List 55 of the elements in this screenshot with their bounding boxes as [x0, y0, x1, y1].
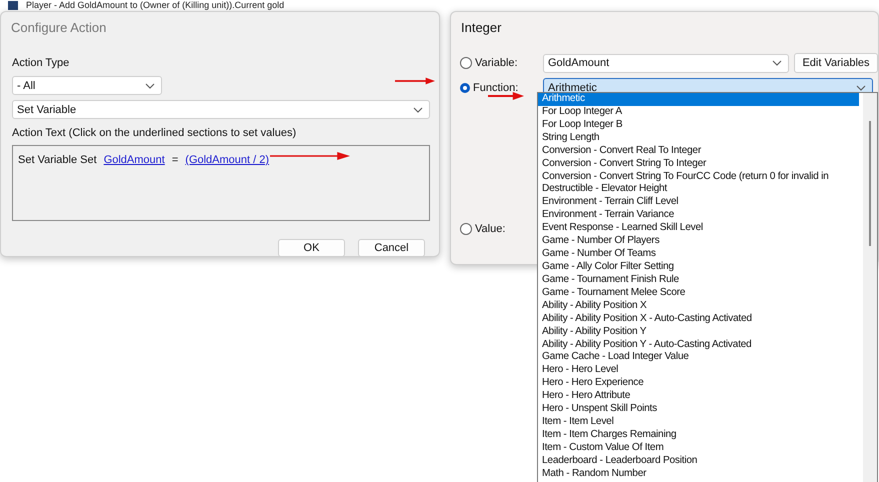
action-text: = — [172, 153, 178, 167]
function-list-item[interactable]: Environment - Terrain Cliff Level — [538, 196, 678, 210]
function-list-item[interactable]: Environment - Terrain Variance — [538, 209, 674, 222]
function-list-item[interactable]: Hero - Hero Experience — [538, 377, 644, 390]
action-dropdown[interactable]: Set Variable — [12, 100, 430, 119]
variable-radio[interactable]: Variable: — [460, 57, 518, 69]
function-list-item[interactable]: Destructible - Elevator Height — [538, 183, 667, 196]
function-list-item[interactable]: Game Cache - Load Integer Value — [538, 351, 689, 364]
dialog-button[interactable]: OK — [278, 239, 345, 257]
dialog-button[interactable]: Cancel — [358, 239, 425, 257]
variable-dropdown[interactable]: GoldAmount — [543, 54, 789, 72]
function-list-item[interactable]: Ability - Ability Position Y — [538, 326, 646, 339]
dialog-title: Configure Action — [10, 19, 108, 37]
function-list-item[interactable]: Item - Custom Value Of Item — [538, 442, 664, 455]
function-list-item[interactable]: Game - Ally Color Filter Setting — [538, 260, 674, 274]
chevron-down-icon — [413, 106, 423, 112]
function-list-item[interactable]: Conversion - Convert String To Integer — [538, 158, 706, 171]
function-list-item[interactable]: Game - Tournament Melee Score — [538, 286, 686, 300]
function-list-item[interactable]: Hero - Hero Level — [538, 364, 618, 378]
function-list-item[interactable]: Arithmetic — [538, 93, 859, 106]
function-list-item[interactable]: Event Response - Learned Skill Level — [538, 222, 703, 236]
edit-variables-button[interactable]: Edit Variables — [794, 53, 878, 73]
value-radio[interactable]: Value: — [460, 223, 506, 235]
function-list-item[interactable]: Conversion - Convert Real To Integer — [538, 144, 701, 158]
action-type-label: Action Type — [12, 57, 70, 69]
function-list-item[interactable]: For Loop Integer A — [538, 106, 622, 119]
function-list-item[interactable]: Ability - Ability Position X - Auto-Casting Activated — [538, 312, 752, 326]
function-list-item[interactable]: Ability - Ability Position Y - Auto-Casting Activated — [538, 338, 752, 352]
chevron-down-icon — [772, 60, 782, 66]
annotation-arrow-icon — [395, 77, 435, 85]
function-list-item[interactable]: For Loop Integer B — [538, 118, 622, 132]
function-list-item[interactable]: String Length — [538, 132, 600, 145]
function-list-item[interactable]: Leaderboard - Leaderboard Position — [538, 454, 698, 468]
function-list-item[interactable]: Item - Item Level — [538, 416, 614, 429]
function-list-item[interactable]: Game - Number Of Players — [538, 235, 660, 248]
function-list-item[interactable]: Game - Number Of Teams — [538, 248, 656, 261]
function-radio[interactable]: Function: — [460, 82, 518, 94]
action-text-label: Action Text (Click on the underlined sections to set values) — [12, 127, 298, 139]
function-list-item[interactable]: Hero - Hero Attribute — [538, 390, 630, 404]
action-text: Set Variable Set — [18, 153, 97, 167]
function-list-item[interactable]: Conversion - Convert String To FourCC Code (return 0 for invalid in — [538, 170, 829, 184]
chevron-down-icon — [145, 82, 155, 88]
trigger-action-text: Player - Add GoldAmount to (Owner of (Killing unit)).Current gold — [26, 0, 284, 10]
action-text-link[interactable]: (GoldAmount / 2) — [185, 153, 270, 167]
function-list-item[interactable]: Hero - Unspent Skill Points — [538, 403, 657, 416]
scrollbar[interactable] — [863, 93, 877, 482]
function-list-item[interactable]: Game - Tournament Finish Rule — [538, 274, 679, 287]
function-list-item[interactable]: Ability - Ability Position X — [538, 300, 647, 313]
function-list-item[interactable]: Math - Random Number — [538, 468, 646, 481]
function-list-item[interactable]: Item - Item Charges Remaining — [538, 428, 676, 442]
chevron-down-icon — [856, 84, 866, 90]
category-dropdown[interactable]: - All — [12, 76, 162, 95]
dialog-title: Integer — [460, 19, 502, 37]
trigger-icon — [8, 0, 18, 10]
action-text-link[interactable]: GoldAmount — [104, 153, 165, 167]
